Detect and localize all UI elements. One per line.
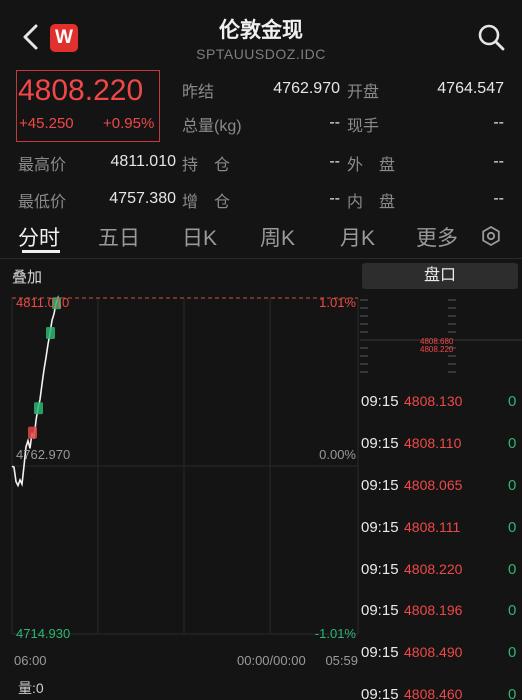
- tick-time: 09:15: [361, 393, 399, 410]
- current-hand-value: --: [493, 114, 504, 131]
- tick-row: 09:15 4808.196 0: [360, 602, 522, 644]
- tick-volume: 0: [508, 561, 517, 578]
- search-icon[interactable]: [476, 22, 506, 52]
- inner-disc-value: --: [493, 190, 504, 207]
- tab-daily-k[interactable]: 日K: [182, 222, 217, 252]
- tick-row: 09:15 4808.110 0: [360, 435, 522, 477]
- volume-kg-label: 总量(kg): [182, 118, 242, 135]
- intraday-chart[interactable]: 4811.010 1.01% 4762.970 0.00% 4714.930 -…: [0, 288, 360, 700]
- symbol-code: SPTAUUSDOZ.IDC: [196, 46, 326, 62]
- tab-monthly-k[interactable]: 月K: [340, 222, 375, 252]
- inner-disc-label: 内 盘: [347, 194, 396, 211]
- settings-icon[interactable]: [480, 225, 502, 247]
- tab-more[interactable]: 更多: [416, 222, 458, 252]
- tab-five-day[interactable]: 五日: [98, 222, 140, 252]
- tick-row: 09:15 4808.111 0: [360, 519, 522, 561]
- trade-marker: [28, 426, 37, 439]
- low-label: 最低价: [18, 194, 67, 211]
- prev-settle-value: 4762.970: [273, 80, 340, 97]
- price-change: +45.250: [19, 115, 74, 132]
- tab-weekly-k[interactable]: 周K: [260, 222, 295, 252]
- tick-volume: 0: [508, 686, 517, 700]
- tick-price: 4808.065: [404, 477, 463, 493]
- tick-row: 09:15 4808.490 0: [360, 644, 522, 686]
- active-tab-indicator: [22, 250, 60, 253]
- volume-kg-value: --: [329, 114, 340, 131]
- tick-volume: 0: [508, 519, 517, 536]
- price-change-pct: +0.95%: [103, 115, 155, 132]
- x-end-label: 05:59: [325, 653, 358, 668]
- tick-time: 09:15: [361, 686, 399, 700]
- y-high-label: 4811.010: [16, 295, 69, 310]
- tick-volume: 0: [508, 644, 517, 661]
- volume-label: 量:0: [18, 680, 44, 696]
- y-mid-pct: 0.00%: [319, 447, 356, 462]
- tick-time: 09:15: [361, 602, 399, 619]
- x-start-label: 06:00: [14, 653, 47, 668]
- y-mid-label: 4762.970: [16, 447, 70, 462]
- book-price-2: 4808.220: [420, 345, 454, 354]
- order-book-tab[interactable]: 盘口: [362, 263, 518, 289]
- current-hand-label: 现手: [347, 118, 380, 135]
- page-title: 伦敦金现: [219, 19, 303, 42]
- tick-time: 09:15: [361, 561, 399, 578]
- tick-volume: 0: [508, 435, 517, 452]
- mini-order-book: 4808.680 4808.220: [360, 299, 522, 373]
- outer-disc-value: --: [493, 153, 504, 170]
- tick-price: 4808.111: [404, 519, 461, 535]
- tick-price: 4808.110: [404, 435, 462, 451]
- trade-marker: [34, 402, 43, 415]
- tick-volume: 0: [508, 477, 517, 494]
- y-low-label: 4714.930: [16, 626, 70, 641]
- tick-row: 09:15 4808.130 0: [360, 393, 522, 435]
- x-mid-label: 00:00/00:00: [237, 653, 306, 668]
- tick-volume: 0: [508, 602, 517, 619]
- tick-volume: 0: [508, 393, 517, 410]
- oi-change-label: 增 仓: [182, 194, 231, 211]
- chart-grid: [11, 298, 359, 635]
- tick-row: 09:15 4808.460 0: [360, 686, 522, 700]
- low-value: 4757.380: [109, 190, 176, 207]
- y-high-pct: 1.01%: [319, 295, 356, 310]
- tick-price: 4808.220: [404, 561, 463, 577]
- high-value: 4811.010: [110, 153, 176, 170]
- open-interest-label: 持 仓: [182, 157, 231, 174]
- tick-row: 09:15 4808.220 0: [360, 561, 522, 603]
- tabs-divider: [0, 258, 522, 259]
- tab-intraday[interactable]: 分时: [18, 222, 60, 252]
- prev-settle-label: 昨结: [182, 84, 215, 101]
- tick-time: 09:15: [361, 477, 399, 494]
- open-value: 4764.547: [437, 80, 504, 97]
- open-label: 开盘: [347, 84, 380, 101]
- last-price: 4808.220: [18, 74, 144, 107]
- tick-price: 4808.490: [404, 644, 463, 660]
- tick-time: 09:15: [361, 519, 399, 536]
- tick-price: 4808.460: [404, 686, 463, 700]
- tick-price: 4808.130: [404, 393, 463, 409]
- outer-disc-label: 外 盘: [347, 157, 396, 174]
- oi-change-value: --: [329, 190, 340, 207]
- open-interest-value: --: [329, 153, 340, 170]
- tick-time: 09:15: [361, 435, 399, 452]
- tick-time: 09:15: [361, 644, 399, 661]
- overlay-button[interactable]: 叠加: [12, 266, 42, 287]
- tick-row: 09:15 4808.065 0: [360, 477, 522, 519]
- high-label: 最高价: [18, 157, 67, 174]
- y-low-pct: -1.01%: [315, 626, 357, 641]
- trade-marker: [46, 327, 55, 340]
- tick-price: 4808.196: [404, 602, 463, 618]
